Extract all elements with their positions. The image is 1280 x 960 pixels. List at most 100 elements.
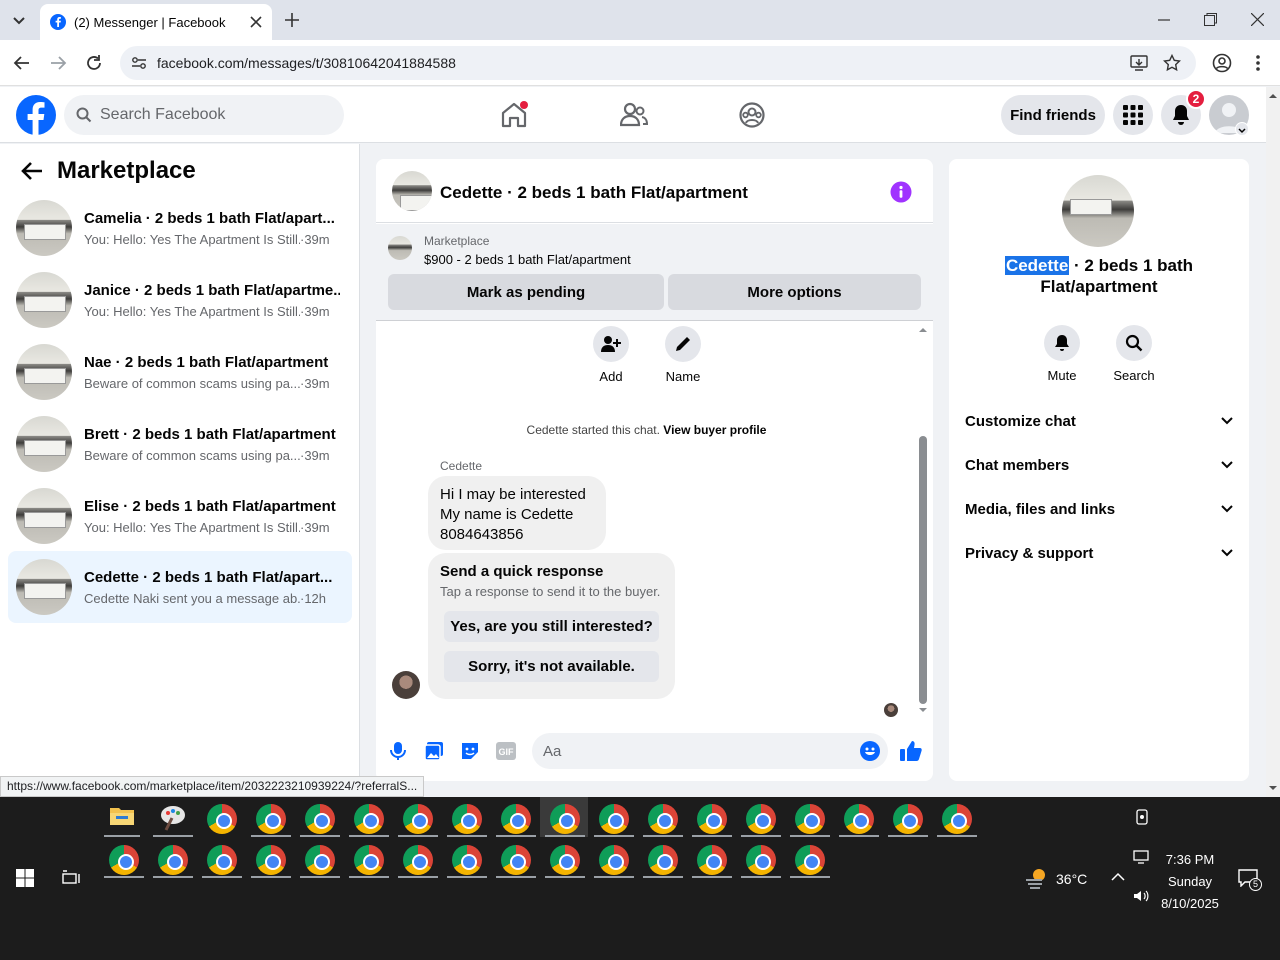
conversation-item[interactable]: Camelia · 2 beds 1 bath Flat/apart... Yo… [8,194,352,262]
restore-window-icon[interactable] [1204,13,1217,26]
chrome-profile-icon[interactable] [354,804,384,834]
chrome-profile-icon[interactable] [403,804,433,834]
chrome-profile-icon[interactable] [795,804,825,834]
reload-icon[interactable] [85,54,103,72]
chrome-profile-icon[interactable] [256,845,286,875]
sticker-icon[interactable] [460,741,480,761]
forward-arrow-icon[interactable] [49,54,67,72]
name-action[interactable]: Name [661,326,705,384]
close-tab-icon[interactable] [250,16,262,28]
tray-chevron-up-icon[interactable] [1111,872,1125,882]
photo-icon[interactable] [424,741,444,761]
conversation-item-active[interactable]: Cedette · 2 beds 1 bath Flat/apart... Ce… [8,551,352,623]
quick-response-button[interactable]: Sorry, it's not available. [444,651,659,682]
mute-action[interactable]: Mute [1034,325,1090,383]
site-settings-icon[interactable] [131,55,147,71]
network-icon[interactable] [1133,850,1149,864]
bookmark-star-icon[interactable] [1163,54,1181,72]
conversation-item[interactable]: Janice · 2 beds 1 bath Flat/apartme... Y… [8,266,352,334]
file-explorer-icon[interactable] [110,805,134,827]
chrome-profile-icon[interactable] [599,804,629,834]
chrome-profile-icon[interactable] [746,845,776,875]
more-options-button[interactable]: More options [668,274,921,310]
microphone-icon[interactable] [390,741,406,761]
chrome-profile-icon[interactable] [207,845,237,875]
chat-profile-photo[interactable] [1062,175,1134,247]
gif-icon[interactable]: GIF [496,742,516,760]
conversation-item[interactable]: Brett · 2 beds 1 bath Flat/apartment Bew… [8,410,352,478]
search-facebook-input[interactable]: Search Facebook [64,95,344,135]
like-thumb-icon[interactable] [900,740,922,762]
chrome-profile-icon[interactable] [942,804,972,834]
profile-icon[interactable] [1212,53,1232,73]
quick-response-button[interactable]: Yes, are you still interested? [444,611,659,642]
view-buyer-profile-link[interactable]: View buyer profile [663,423,766,437]
customize-chat-row[interactable]: Customize chat [965,403,1233,439]
privacy-support-row[interactable]: Privacy & support [965,535,1233,571]
windows-start-icon[interactable] [16,869,34,887]
chrome-profile-icon[interactable] [305,804,335,834]
chrome-profile-icon[interactable] [697,845,727,875]
chrome-profile-icon[interactable] [844,804,874,834]
emoji-icon[interactable] [860,741,880,761]
chrome-profile-icon[interactable] [697,804,727,834]
minimize-window-icon[interactable] [1158,14,1170,26]
message-bubble[interactable]: Hi I may be interested My name is Cedett… [428,476,606,550]
chrome-profile-icon[interactable] [403,845,433,875]
chrome-profile-icon[interactable] [452,845,482,875]
home-icon[interactable] [500,101,528,129]
chrome-icon[interactable] [207,804,237,834]
chrome-profile-icon[interactable] [305,845,335,875]
chrome-profile-icon[interactable] [550,804,580,834]
chrome-profile-icon[interactable] [550,845,580,875]
message-input[interactable]: Aa [532,733,888,769]
media-files-links-row[interactable]: Media, files and links [965,491,1233,527]
chrome-profile-icon[interactable] [795,845,825,875]
listing-title[interactable]: $900 - 2 beds 1 bath Flat/apartment [424,252,631,267]
conversation-item[interactable]: Elise · 2 beds 1 bath Flat/apartment You… [8,482,352,550]
temperature-text[interactable]: 36°C [1056,871,1087,887]
paint-app-icon[interactable] [158,802,188,832]
sender-avatar[interactable] [392,671,420,699]
search-in-chat-action[interactable]: Search [1106,325,1162,383]
groups-icon[interactable] [739,102,765,128]
back-arrow-icon[interactable] [13,54,31,72]
tab-list-chevron-icon[interactable] [8,10,30,30]
chat-members-row[interactable]: Chat members [965,447,1233,483]
chrome-profile-icon[interactable] [109,845,139,875]
clock[interactable]: 7:36 PM Sunday 8/10/2025 [1150,849,1230,915]
conversation-item[interactable]: Nae · 2 beds 1 bath Flat/apartment Bewar… [8,338,352,406]
chrome-profile-icon[interactable] [746,804,776,834]
browser-tab[interactable]: (2) Messenger | Facebook [40,4,272,40]
chrome-profile-icon[interactable] [648,845,678,875]
close-window-icon[interactable] [1251,13,1264,26]
browser-menu-icon[interactable] [1255,54,1261,72]
task-view-icon[interactable] [62,869,80,887]
friends-icon[interactable] [620,102,648,128]
facebook-logo-icon[interactable] [16,95,56,135]
chat-title[interactable]: Cedette · 2 beds 1 bath Flat/apartment [440,183,748,203]
weather-icon[interactable] [1024,866,1048,890]
find-friends-button[interactable]: Find friends [1001,95,1105,135]
account-chevron-icon[interactable] [1235,122,1249,136]
chrome-profile-icon[interactable] [599,845,629,875]
address-bar[interactable]: facebook.com/messages/t/3081064204188458… [120,46,1196,80]
back-arrow-icon[interactable] [21,161,43,181]
new-tab-icon[interactable] [284,12,300,28]
chrome-profile-icon[interactable] [501,845,531,875]
install-app-icon[interactable] [1130,54,1148,72]
chrome-profile-icon[interactable] [354,845,384,875]
volume-icon[interactable] [1133,889,1149,903]
chrome-profile-icon[interactable] [256,804,286,834]
chrome-profile-icon[interactable] [648,804,678,834]
chat-avatar[interactable] [392,171,432,211]
chrome-profile-icon[interactable] [452,804,482,834]
mark-as-pending-button[interactable]: Mark as pending [388,274,664,310]
add-people-action[interactable]: Add [593,326,629,384]
chrome-profile-icon[interactable] [501,804,531,834]
screen-capture-icon[interactable] [1134,809,1150,825]
page-scrollbar[interactable] [1266,87,1280,797]
chat-scrollbar[interactable] [917,324,929,716]
chrome-profile-icon[interactable] [158,845,188,875]
info-icon[interactable] [890,181,912,203]
